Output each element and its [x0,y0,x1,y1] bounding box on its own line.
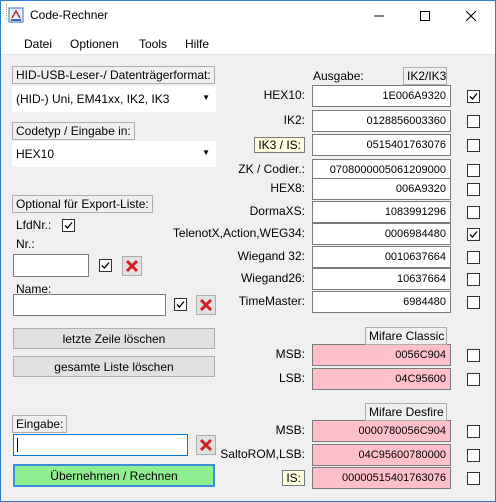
menu-optionen[interactable]: Optionen [70,37,119,51]
nr-checkbox[interactable] [99,259,112,272]
menu-hilfe[interactable]: Hilfe [185,37,209,51]
menu-datei[interactable]: Datei [24,37,52,51]
output-value-field[interactable]: 1E006A9320 [312,85,451,107]
output-label: IK2: [283,113,305,127]
delete-icon [199,438,213,452]
checkmark-icon [176,301,185,308]
checkmark-icon [469,231,478,238]
checkmark-icon [469,93,478,100]
mifare-classic-label: Mifare Classic [365,327,447,345]
output-value-field[interactable]: 0006984480 [312,223,451,245]
clear-eingabe-button[interactable] [196,435,216,455]
output-value-field[interactable]: 1083991296 [312,201,451,223]
output-label: HEX10: [263,88,305,102]
output-label: ZK / Codier.: [238,162,305,176]
output-checkbox[interactable] [467,183,480,196]
output-value-field[interactable]: 10637664 [312,268,451,290]
output-value-field[interactable]: 04C95600 [312,368,451,390]
apply-calculate-button[interactable]: Übernehmen / Rechnen [13,464,215,487]
export-options-label: Optional für Export-Liste: [12,195,153,213]
output-value-field[interactable]: 0000780056C904 [312,420,451,442]
minimize-icon [374,15,384,17]
output-value-field[interactable]: 0128856003360 [312,110,451,132]
close-button[interactable] [448,1,494,31]
output-value-field[interactable]: 0056C904 [312,344,451,366]
output-checkbox[interactable] [467,164,480,177]
output-label: Wiegand 32: [237,249,305,263]
menu-tools[interactable]: Tools [139,37,167,51]
window-title: Code-Rechner [30,8,109,22]
menu-grip [6,4,8,20]
output-label: MSB: [275,423,305,437]
output-value-field[interactable]: 0515401763076 [312,134,451,156]
output-checkbox[interactable] [467,115,480,128]
output-checkbox[interactable] [467,425,480,438]
ausgabe-label: Ausgabe: [313,69,364,83]
app-icon [8,7,24,23]
reader-format-label: HID-USB-Leser-/ Datenträgerformat: [12,66,215,84]
output-checkbox[interactable] [467,472,480,485]
output-checkbox[interactable] [467,251,480,264]
output-label: Wiegand26: [240,271,305,285]
delete-icon [199,298,213,312]
name-checkbox[interactable] [174,298,187,311]
close-icon [466,11,476,21]
output-checkbox[interactable] [467,90,480,103]
output-value-field[interactable]: 00000515401763076 [312,467,451,489]
maximize-icon [420,11,430,21]
output-label: LSB: [278,371,305,385]
reader-format-value: (HID-) Uni, EM41xx, IK2, IK3 [16,92,170,106]
output-checkbox[interactable] [467,373,480,386]
output-label: TimeMaster: [238,294,305,308]
chevron-down-icon: ▼ [202,148,210,157]
clear-name-button[interactable] [196,295,216,315]
lfdnr-checkbox[interactable] [62,219,75,232]
codetype-label: Codetyp / Eingabe in: [12,122,135,140]
text-cursor [17,438,18,452]
output-label: HEX8: [270,181,305,195]
output-checkbox[interactable] [467,273,480,286]
output-checkbox[interactable] [467,139,480,152]
codetype-value: HEX10 [16,147,55,161]
output-label: DormaXS: [249,204,305,218]
checkmark-icon [64,222,73,229]
output-value-field[interactable]: 04C95600780000 [312,444,451,466]
output-checkbox[interactable] [467,228,480,241]
lfdnr-label: LfdNr.: [16,218,52,232]
eingabe-label: Eingabe: [12,415,68,433]
output-label: IS: [282,470,305,486]
mifare-desfire-label: Mifare Desfire [365,403,447,421]
maximize-button[interactable] [402,1,448,31]
output-value-field[interactable]: 0010637664 [312,246,451,268]
nr-label: Nr.: [16,237,35,251]
name-input[interactable] [13,294,166,316]
output-value-field[interactable]: 6984480 [312,291,451,313]
output-label: SaltoROM,LSB: [220,447,305,461]
clear-nr-button[interactable] [122,256,142,276]
output-label: MSB: [275,347,305,361]
output-value-field[interactable]: 006A9320 [312,178,451,200]
output-label: IK3 / IS: [254,137,305,153]
chevron-down-icon: ▼ [202,93,210,102]
nr-input[interactable] [13,254,89,277]
codetype-select[interactable]: HEX10 ▼ [12,141,216,167]
output-checkbox[interactable] [467,349,480,362]
delete-last-row-button[interactable]: letzte Zeile löschen [13,328,215,349]
output-checkbox[interactable] [467,296,480,309]
ausgabe-format-label: IK2/IK3 [403,67,447,85]
minimize-button[interactable] [356,1,402,31]
checkmark-icon [101,262,110,269]
output-checkbox[interactable] [467,206,480,219]
reader-format-select[interactable]: (HID-) Uni, EM41xx, IK2, IK3 ▼ [12,86,216,112]
delete-icon [125,259,139,273]
delete-all-rows-button[interactable]: gesamte Liste löschen [13,356,215,377]
output-checkbox[interactable] [467,449,480,462]
eingabe-input[interactable] [13,434,188,456]
output-label: TelenotX,Action,WEG34: [172,226,305,240]
